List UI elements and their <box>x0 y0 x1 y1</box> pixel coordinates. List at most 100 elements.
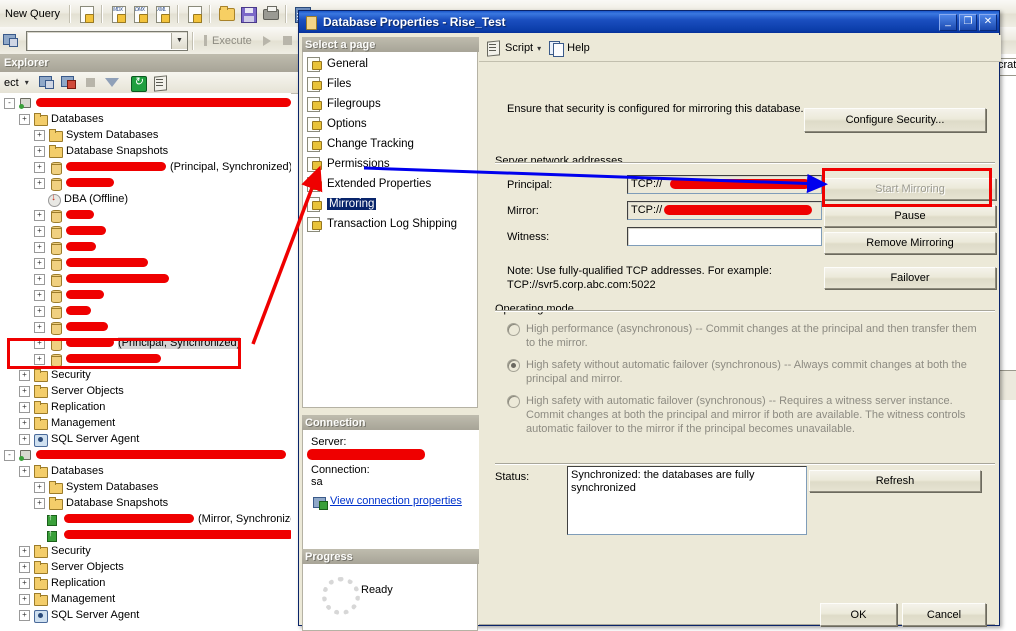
tree-item[interactable]: + <box>0 287 291 303</box>
disconnect-icon[interactable] <box>59 73 79 93</box>
tree-expander-icon[interactable]: + <box>34 321 45 333</box>
dmx-query-icon[interactable]: DMX <box>130 4 150 24</box>
tree-item[interactable]: + <box>0 239 291 255</box>
tree-expander-icon[interactable]: - <box>4 97 15 109</box>
page-list-item-files[interactable]: Files <box>303 74 477 94</box>
radio-icon-selected[interactable] <box>507 359 520 372</box>
operating-mode-option-0[interactable]: High performance (asynchronous) -- Commi… <box>507 322 987 350</box>
tree-item[interactable]: + Management <box>0 591 291 607</box>
script-icon[interactable] <box>485 40 502 56</box>
filter-icon[interactable] <box>104 78 119 87</box>
tree-expander-icon[interactable]: + <box>34 497 45 509</box>
tree-item[interactable]: + System Databases <box>0 479 291 495</box>
select-page-list[interactable]: General Files Filegroups Options Change Trac… <box>302 52 478 408</box>
tree-expander-icon[interactable]: + <box>34 209 45 221</box>
tree-expander-icon[interactable]: + <box>34 241 45 253</box>
stop-icon[interactable] <box>85 78 95 87</box>
chevron-down-icon[interactable]: ▾ <box>537 44 541 53</box>
change-connection-icon[interactable] <box>1 31 21 51</box>
tree-item[interactable]: + (Principal, Synchronized) <box>0 159 291 175</box>
tree-item[interactable]: + <box>0 207 291 223</box>
xmla-query-icon[interactable]: XML <box>152 4 172 24</box>
page-list-item-filegroups[interactable]: Filegroups <box>303 94 477 114</box>
execute-button[interactable]: Execute <box>207 35 257 47</box>
tree-expander-icon[interactable]: + <box>34 129 45 141</box>
tree-item[interactable]: + Server Objects <box>0 383 291 399</box>
cancel-button[interactable]: Cancel <box>902 603 986 626</box>
mirror-input[interactable]: TCP:// <box>627 201 822 220</box>
tree-item[interactable]: + Replication <box>0 575 291 591</box>
tree-expander-icon[interactable]: + <box>34 273 45 285</box>
page-list-item-extended-properties[interactable]: Extended Properties <box>303 174 477 194</box>
stop-icon[interactable] <box>282 36 292 45</box>
connect-dropdown-button[interactable]: ect <box>2 77 21 89</box>
tree-item[interactable]: + Database Snapshots <box>0 495 291 511</box>
script-button[interactable]: Script <box>505 42 533 54</box>
tree-item[interactable]: + Security <box>0 367 291 383</box>
tree-item[interactable]: - <box>0 447 291 463</box>
tree-item[interactable]: DBA (Offline) <box>0 191 291 207</box>
tree-expander-icon[interactable]: + <box>19 113 30 125</box>
page-list-item-permissions[interactable]: Permissions <box>303 154 477 174</box>
tree-item[interactable]: + <box>0 255 291 271</box>
page-list-item-change-tracking[interactable]: Change Tracking <box>303 134 477 154</box>
page-list-item-transaction-log-shipping[interactable]: Transaction Log Shipping <box>303 214 477 234</box>
database-combo[interactable]: ▼ <box>26 30 188 51</box>
tree-expander-icon[interactable]: + <box>19 609 30 621</box>
tree-item[interactable]: + <box>0 175 291 191</box>
tree-expander-icon[interactable]: + <box>19 369 30 381</box>
connect-icon[interactable] <box>37 73 57 93</box>
new-file-icon[interactable] <box>184 4 204 24</box>
page-list-item-options[interactable]: Options <box>303 114 477 134</box>
chevron-down-icon[interactable]: ▾ <box>25 78 29 87</box>
dialog-title-bar[interactable]: Database Properties - Rise_Test _ ❐ ✕ <box>299 11 999 33</box>
tree-item[interactable]: + Database Snapshots <box>0 143 291 159</box>
tree-expander-icon[interactable]: + <box>19 593 30 605</box>
page-list-item-mirroring[interactable]: Mirroring <box>303 194 477 214</box>
tree-item[interactable]: + <box>0 303 291 319</box>
execute-play-icon[interactable] <box>262 35 271 46</box>
tree-expander-icon[interactable]: + <box>34 225 45 237</box>
tree-expander-icon[interactable]: + <box>19 401 30 413</box>
operating-mode-option-2[interactable]: High safety with automatic failover (syn… <box>507 394 987 436</box>
print-icon[interactable] <box>260 4 280 24</box>
tree-expander-icon[interactable]: + <box>19 465 30 477</box>
chevron-down-icon[interactable]: ▼ <box>171 32 187 49</box>
tree-expander-icon[interactable]: + <box>19 385 30 397</box>
tree-expander-icon[interactable]: + <box>34 481 45 493</box>
tree-expander-icon[interactable]: + <box>19 577 30 589</box>
tree-item[interactable]: + System Databases <box>0 127 291 143</box>
minimize-button[interactable]: _ <box>939 13 957 31</box>
pause-button[interactable]: Pause <box>824 205 996 227</box>
radio-icon[interactable] <box>507 395 520 408</box>
tree-expander-icon[interactable]: + <box>34 257 45 269</box>
tree-expander-icon[interactable]: - <box>4 449 15 461</box>
tree-expander-icon[interactable]: + <box>19 561 30 573</box>
tree-item[interactable]: + SQL Server Agent <box>0 431 291 447</box>
tree-expander-icon[interactable]: + <box>19 417 30 429</box>
tree-item[interactable] <box>0 527 291 543</box>
view-connection-properties-link[interactable]: View connection properties <box>330 495 462 507</box>
new-query-button[interactable]: New Query <box>0 8 65 20</box>
mdx-query-icon[interactable]: MDX <box>108 4 128 24</box>
tree-item[interactable]: + <box>0 223 291 239</box>
tree-item[interactable]: + SQL Server Agent <box>0 607 291 623</box>
save-icon[interactable] <box>238 4 258 24</box>
tree-item[interactable]: + Databases <box>0 111 291 127</box>
close-button[interactable]: ✕ <box>979 13 997 31</box>
script-icon[interactable] <box>150 73 170 93</box>
tree-expander-icon[interactable]: + <box>34 289 45 301</box>
tree-expander-icon[interactable]: + <box>34 145 45 157</box>
radio-icon[interactable] <box>507 323 520 336</box>
ok-button[interactable]: OK <box>820 603 897 626</box>
tree-expander-icon[interactable]: + <box>34 305 45 317</box>
help-icon[interactable] <box>548 40 565 57</box>
parse-icon[interactable] <box>204 35 207 46</box>
new-document-icon[interactable] <box>76 4 96 24</box>
refresh-button[interactable]: Refresh <box>809 470 981 492</box>
tree-item[interactable]: (Mirror, Synchronized) / Restor <box>0 511 291 527</box>
refresh-icon[interactable] <box>128 73 148 93</box>
principal-input[interactable]: TCP:// <box>627 175 822 194</box>
tree-item[interactable]: + Databases <box>0 463 291 479</box>
tree-item[interactable]: - <box>0 95 291 111</box>
